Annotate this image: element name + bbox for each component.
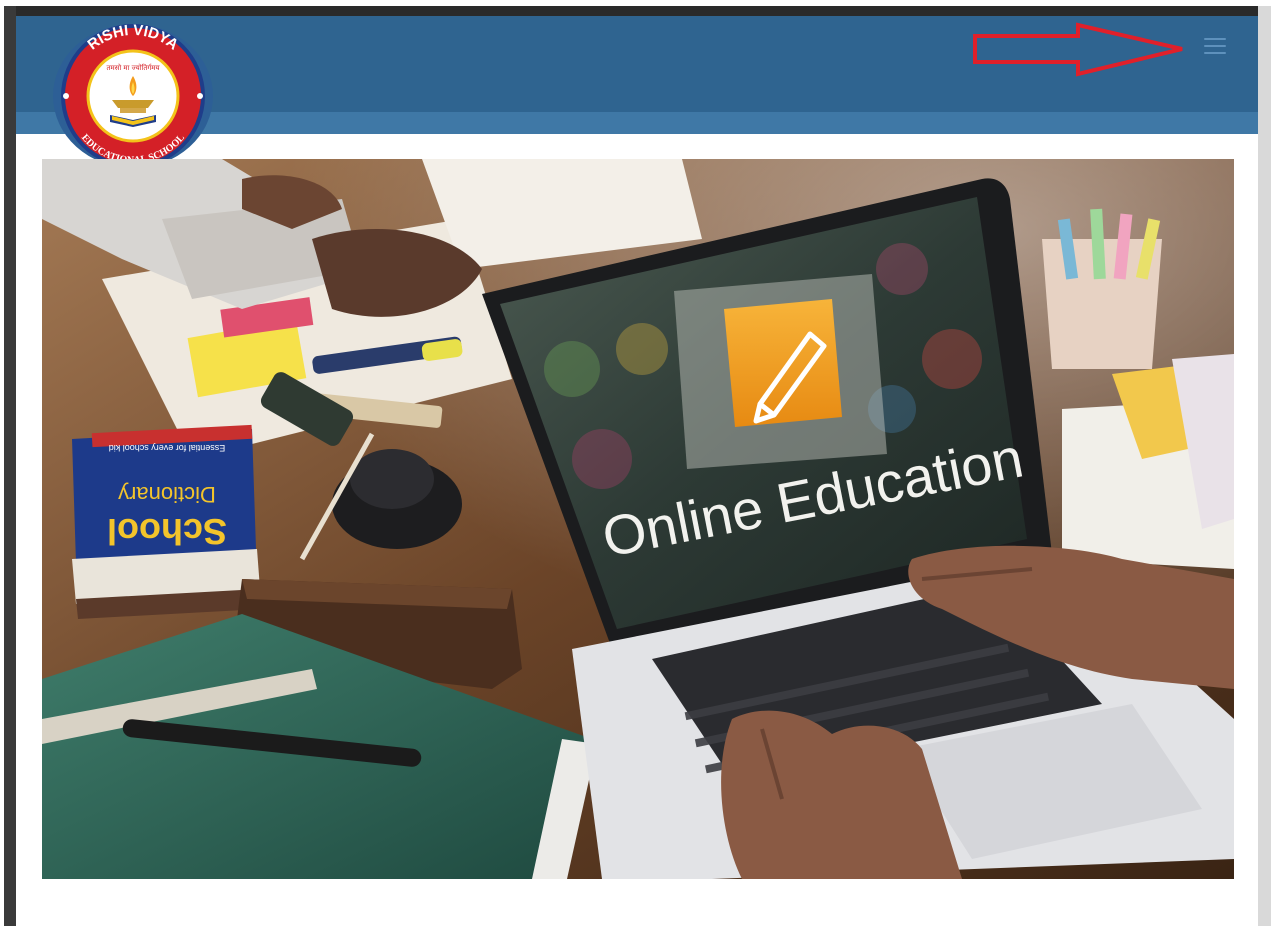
- book-title-line1: School: [107, 511, 227, 552]
- page-scrollbar[interactable]: [1258, 6, 1271, 926]
- menu-line-icon: [1204, 45, 1226, 47]
- annotation-arrow: [973, 22, 1183, 77]
- menu-toggle-button[interactable]: [1199, 34, 1231, 58]
- school-logo[interactable]: RISHI VIDYA EDUCATIONAL SCHOOL तमसो मा ज…: [50, 22, 216, 170]
- menu-line-icon: [1204, 38, 1226, 40]
- logo-motto: तमसो मा ज्योतिर्गमय: [106, 63, 160, 72]
- book-tagline: Essential for every school kid: [109, 443, 226, 453]
- book-title-line2: Dictionary: [118, 482, 216, 507]
- window-left-edge: [4, 6, 16, 926]
- menu-line-icon: [1204, 52, 1226, 54]
- dictionary-book: School Dictionary Essential for every sc…: [72, 424, 262, 619]
- hero-banner-image: School Dictionary Essential for every sc…: [42, 159, 1234, 879]
- window-title-strip: [4, 6, 1263, 16]
